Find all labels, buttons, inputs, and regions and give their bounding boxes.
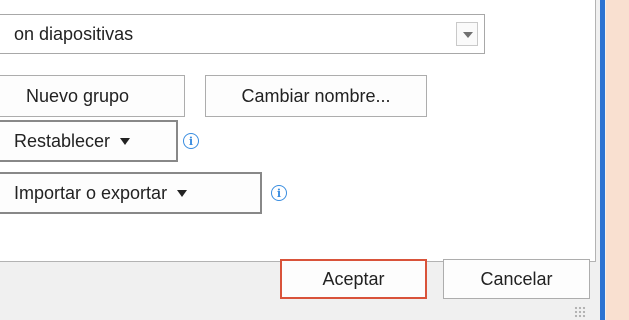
resize-grip-icon[interactable] xyxy=(574,306,586,318)
window-border xyxy=(600,0,605,320)
chevron-down-icon xyxy=(120,137,131,145)
rename-button[interactable]: Cambiar nombre... xyxy=(205,75,427,117)
new-group-button[interactable]: Nuevo grupo xyxy=(0,75,185,117)
customize-ribbon-dialog: on diapositivas Nuevo grupo Cambiar nomb… xyxy=(0,0,606,320)
cancel-button[interactable]: Cancelar xyxy=(443,259,590,299)
accept-button[interactable]: Aceptar xyxy=(280,259,427,299)
scroll-down-arrow-icon[interactable] xyxy=(456,22,478,46)
listbox-item-text: on diapositivas xyxy=(14,24,134,44)
ribbon-tabs-listbox[interactable]: on diapositivas xyxy=(0,14,485,54)
info-icon[interactable]: i xyxy=(183,133,199,149)
reset-dropdown-button[interactable]: Restablecer xyxy=(0,120,178,162)
info-icon[interactable]: i xyxy=(271,185,287,201)
import-export-label: Importar o exportar xyxy=(14,182,168,203)
options-panel: on diapositivas Nuevo grupo Cambiar nomb… xyxy=(0,0,596,262)
chevron-down-icon xyxy=(177,189,188,197)
reset-label: Restablecer xyxy=(14,130,111,151)
import-export-dropdown-button[interactable]: Importar o exportar xyxy=(0,172,262,214)
